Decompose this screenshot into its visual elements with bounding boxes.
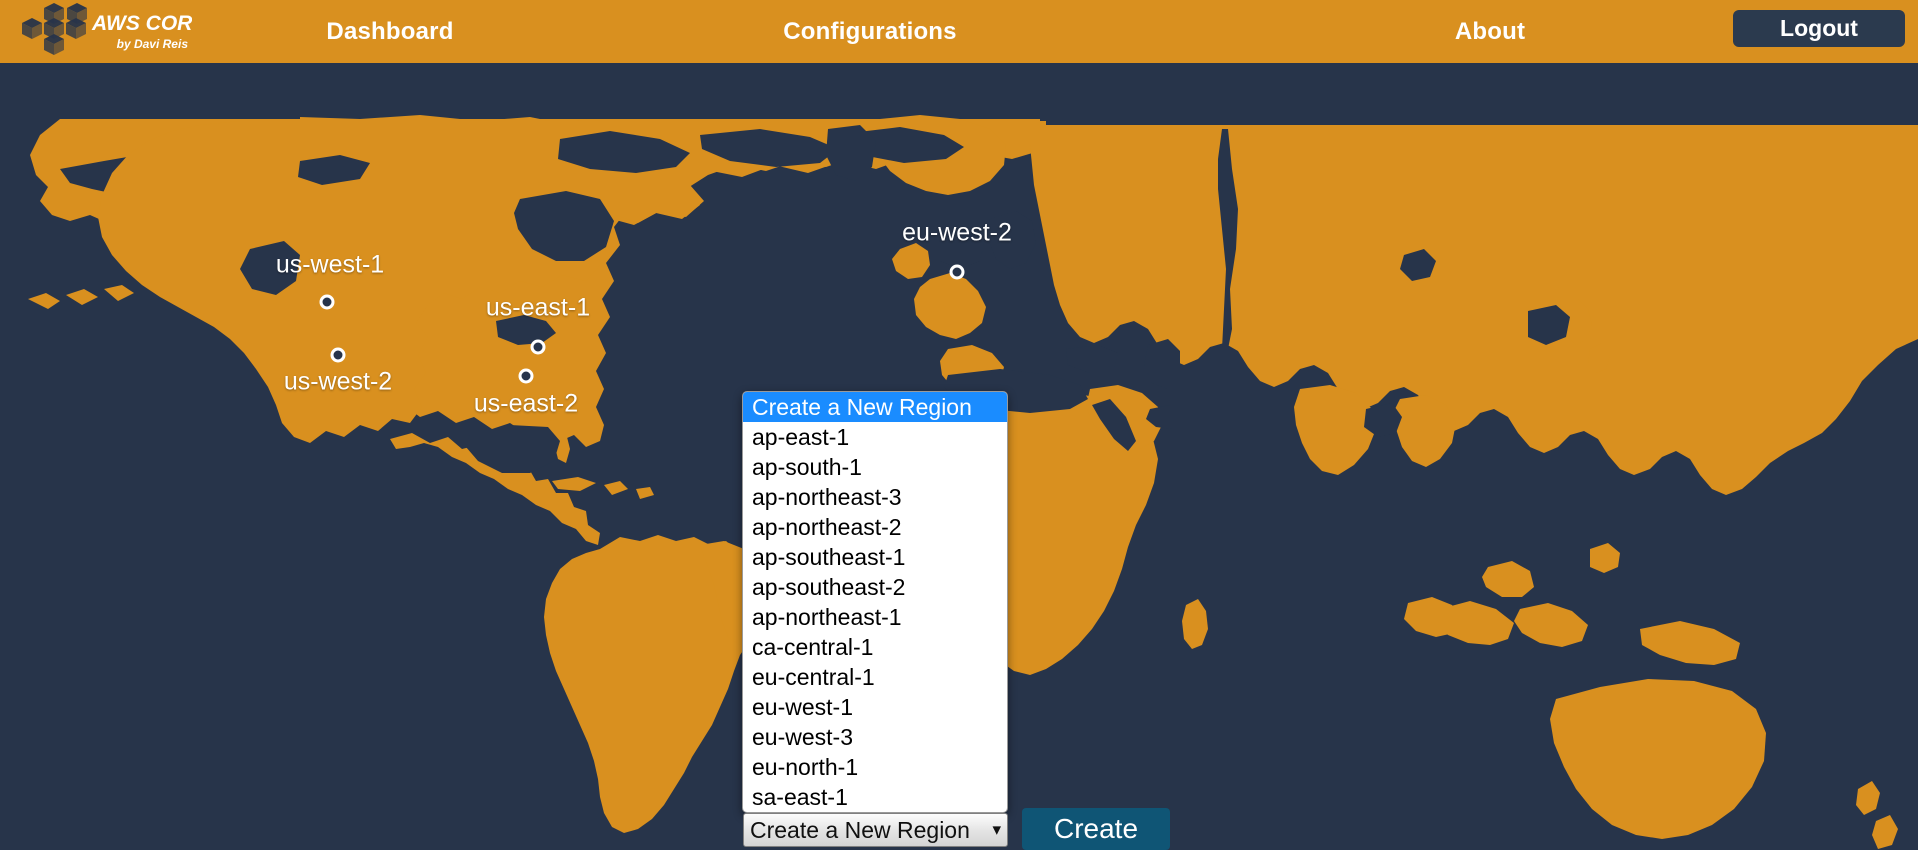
region-select-value: Create a New Region bbox=[750, 816, 970, 843]
app-root: AWS CORE by Davi Reis Dashboard Configur… bbox=[0, 0, 1918, 850]
listbox-option[interactable]: ap-southeast-2 bbox=[743, 572, 1007, 602]
listbox-option[interactable]: ap-northeast-2 bbox=[743, 512, 1007, 542]
region-marker-us-west-1[interactable] bbox=[319, 294, 335, 310]
nav-link-configurations[interactable]: Configurations bbox=[740, 0, 1000, 63]
aws-cubes-icon[interactable]: AWS CORE by Davi Reis bbox=[22, 2, 192, 58]
listbox-option[interactable]: eu-central-1 bbox=[743, 662, 1007, 692]
region-marker-eu-west-2[interactable] bbox=[949, 264, 965, 280]
listbox-option[interactable]: eu-west-3 bbox=[743, 722, 1007, 752]
listbox-option[interactable]: ap-southeast-1 bbox=[743, 542, 1007, 572]
listbox-option[interactable]: ca-central-1 bbox=[743, 632, 1007, 662]
region-marker-us-east-2[interactable] bbox=[518, 368, 534, 384]
chevron-down-icon: ▾ bbox=[992, 820, 1001, 839]
listbox-option[interactable]: ap-east-1 bbox=[743, 422, 1007, 452]
region-marker-us-west-2[interactable] bbox=[330, 347, 346, 363]
logo-tagline: by Davi Reis bbox=[117, 37, 189, 51]
logout-button[interactable]: Logout bbox=[1733, 10, 1905, 47]
listbox-option[interactable]: ap-south-1 bbox=[743, 452, 1007, 482]
region-select[interactable]: Create a New Region ▾ bbox=[743, 813, 1008, 847]
nav-link-dashboard[interactable]: Dashboard bbox=[280, 0, 500, 63]
create-button[interactable]: Create bbox=[1022, 808, 1170, 850]
listbox-option[interactable]: eu-north-1 bbox=[743, 752, 1007, 782]
region-dropdown-listbox[interactable]: Create a New Region ap-east-1 ap-south-1… bbox=[742, 391, 1008, 813]
listbox-option[interactable]: ap-northeast-3 bbox=[743, 482, 1007, 512]
top-navbar: AWS CORE by Davi Reis Dashboard Configur… bbox=[0, 0, 1918, 63]
listbox-option[interactable]: ap-northeast-1 bbox=[743, 602, 1007, 632]
nav-link-about[interactable]: About bbox=[1400, 0, 1580, 63]
listbox-option[interactable]: sa-east-1 bbox=[743, 782, 1007, 812]
listbox-option[interactable]: Create a New Region bbox=[743, 392, 1007, 422]
listbox-option[interactable]: eu-west-1 bbox=[743, 692, 1007, 722]
region-marker-us-east-1[interactable] bbox=[530, 339, 546, 355]
logo-brand-name: AWS CORE bbox=[91, 12, 192, 35]
